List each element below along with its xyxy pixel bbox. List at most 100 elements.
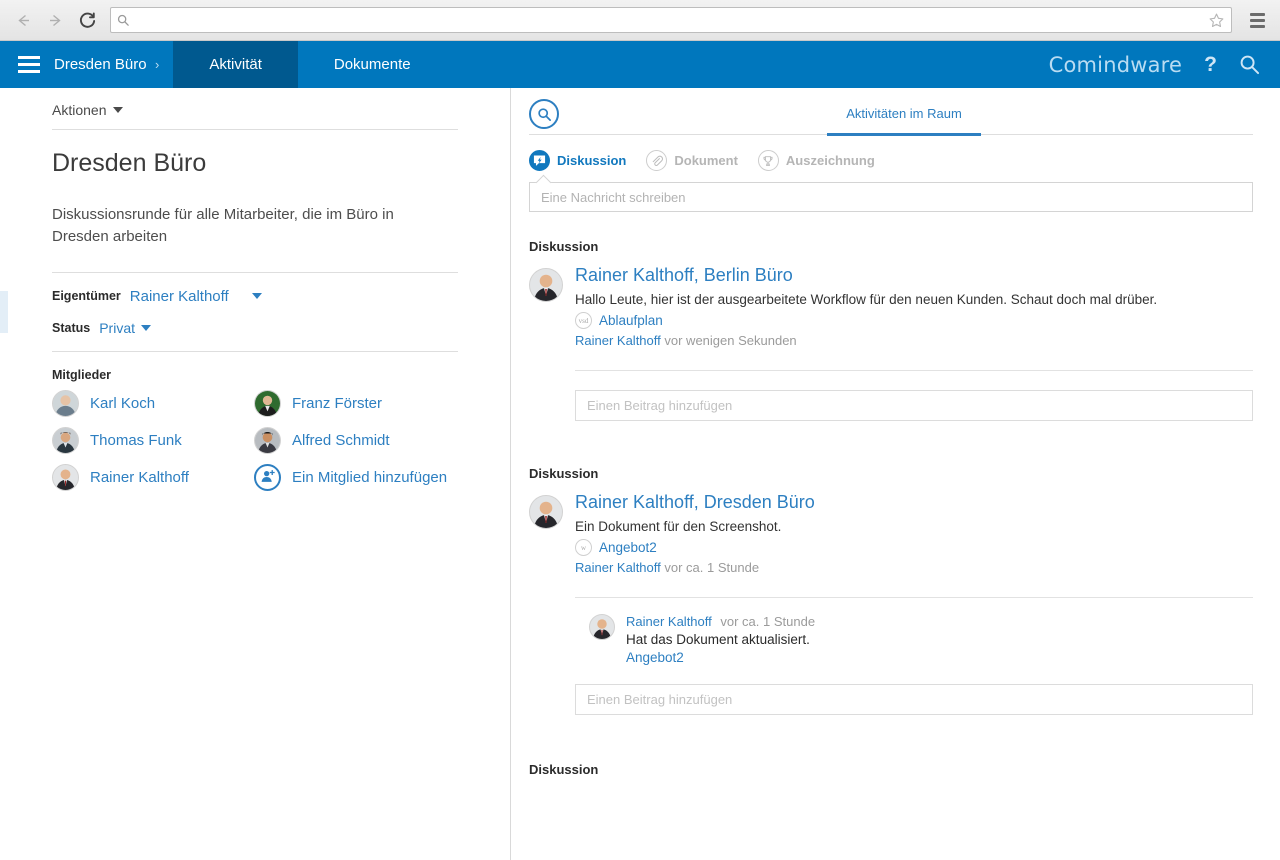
appbar-right-group: Comindware ? (1049, 41, 1280, 88)
page-title: Dresden Büro (52, 149, 207, 177)
status-label: Status (52, 320, 91, 335)
member-item[interactable]: Rainer Kalthoff (52, 463, 254, 491)
filter-label: Diskussion (557, 153, 627, 168)
brand-logo: Comindware (1048, 52, 1183, 77)
activity-type-filters: Diskussion Dokument Auszeichnung (529, 150, 1253, 171)
member-item[interactable]: Thomas Funk (52, 426, 254, 454)
post-meta-time: vor wenigen Sekunden (664, 333, 797, 348)
reply-author[interactable]: Rainer Kalthoff (626, 614, 712, 629)
main-content: Aktionen Dresden Büro Diskussionsrunde f… (0, 88, 1280, 860)
url-bar[interactable] (110, 7, 1232, 33)
member-item[interactable]: Alfred Schmidt (254, 426, 458, 454)
activity-panel: Aktivitäten im Raum Diskussion Dokument … (511, 88, 1280, 860)
post-meta-author[interactable]: Rainer Kalthoff (575, 560, 661, 575)
post-author-title[interactable]: Rainer Kalthoff, Dresden Büro (575, 492, 1253, 513)
search-icon (117, 14, 129, 26)
browser-chrome (0, 0, 1280, 41)
activity-feed: Diskussion Rainer Kalthoff, Berlin Büro … (529, 239, 1253, 777)
attachment-name: Ablaufplan (599, 313, 663, 328)
feed-section-title: Diskussion (529, 762, 599, 777)
activity-panel-header: Aktivitäten im Raum (529, 88, 1253, 136)
actions-label: Aktionen (52, 102, 107, 118)
status-value[interactable]: Privat (99, 320, 135, 336)
feed-section-title: Diskussion (529, 466, 599, 481)
actions-dropdown[interactable]: Aktionen (52, 102, 458, 118)
feed-item: Diskussion Rainer Kalthoff, Dresden Büro… (529, 466, 1253, 715)
trophy-icon (757, 150, 779, 171)
post-text: Hallo Leute, hier ist der ausgearbeitete… (575, 292, 1158, 307)
breadcrumb[interactable]: Dresden Büro › (54, 56, 159, 74)
star-icon[interactable] (1208, 12, 1225, 29)
reply-attachment-link[interactable]: Angebot2 (626, 650, 815, 665)
status-row: Status Privat (52, 320, 458, 336)
search-icon[interactable] (1239, 54, 1260, 75)
filter-label: Dokument (674, 153, 738, 168)
paperclip-icon (646, 150, 668, 171)
divider (52, 129, 458, 130)
room-description: Diskussionsrunde für alle Mitarbeiter, d… (52, 206, 394, 245)
reply-time: vor ca. 1 Stunde (720, 614, 816, 629)
attachment-link[interactable]: vsd Ablaufplan (575, 312, 1253, 329)
avatar (52, 463, 79, 491)
post-text: Ein Dokument für den Screenshot. (575, 519, 782, 534)
post-meta-author[interactable]: Rainer Kalthoff (575, 333, 661, 348)
attachment-link[interactable]: w Angebot2 (575, 539, 1253, 556)
divider (52, 271, 458, 273)
avatar (254, 426, 281, 454)
avatar (529, 268, 563, 302)
chevron-down-icon[interactable] (141, 324, 151, 331)
add-member-button[interactable]: Ein Mitglied hinzufügen (254, 463, 458, 491)
back-arrow-icon[interactable] (10, 7, 36, 33)
avatar (254, 389, 281, 417)
chevron-down-icon (113, 107, 124, 113)
appbar-brand-group: Dresden Büro › (0, 41, 173, 88)
browser-menu-button[interactable] (1244, 7, 1270, 33)
avatar (52, 389, 79, 417)
tab-aktivitaet[interactable]: Aktivität (173, 41, 298, 88)
post-meta: Rainer Kalthoff vor wenigen Sekunden (575, 333, 1253, 348)
breadcrumb-label: Dresden Büro (54, 55, 147, 73)
word-document-icon: w (575, 539, 592, 556)
member-item[interactable]: Franz Förster (254, 389, 458, 417)
member-name: Thomas Funk (90, 431, 182, 449)
tab-dokumente[interactable]: Dokumente (298, 41, 447, 88)
search-icon[interactable] (529, 99, 559, 129)
owner-value[interactable]: Rainer Kalthoff (130, 288, 229, 305)
avatar (529, 495, 563, 529)
tab-label: Aktivitäten im Raum (846, 106, 962, 121)
member-name: Alfred Schmidt (292, 431, 390, 449)
chevron-down-icon[interactable] (251, 293, 262, 299)
reply-input-placeholder: Einen Beitrag hinzufügen (587, 692, 733, 707)
document-icon: vsd (575, 312, 592, 329)
forward-arrow-icon[interactable] (42, 7, 68, 33)
reply-input-placeholder: Einen Beitrag hinzufügen (587, 398, 733, 413)
post-body: Rainer Kalthoff, Berlin Büro Hallo Leute… (575, 265, 1253, 371)
member-item[interactable]: Karl Koch (52, 389, 254, 417)
post-author-title[interactable]: Rainer Kalthoff, Berlin Büro (575, 265, 1253, 286)
url-input[interactable] (135, 13, 1204, 27)
help-icon[interactable]: ? (1204, 53, 1217, 77)
app-menu-icon[interactable] (18, 56, 40, 73)
feed-section-title: Diskussion (529, 239, 599, 254)
tab-active-underline (827, 133, 981, 136)
message-composer[interactable]: Eine Nachricht schreiben (529, 174, 1253, 212)
filter-diskussion[interactable]: Diskussion (529, 150, 626, 171)
divider (52, 350, 458, 352)
member-name: Karl Koch (90, 394, 156, 412)
avatar (52, 426, 79, 454)
filter-dokument[interactable]: Dokument (646, 150, 738, 171)
attachment-name: Angebot2 (599, 540, 657, 555)
owner-row: Eigentümer Rainer Kalthoff (52, 288, 458, 305)
filter-label: Auszeichnung (785, 153, 875, 168)
reply-composer[interactable]: Einen Beitrag hinzufügen (575, 390, 1253, 421)
post-meta: Rainer Kalthoff vor ca. 1 Stunde (575, 560, 1253, 575)
filter-auszeichnung[interactable]: Auszeichnung (757, 150, 875, 171)
reload-icon[interactable] (74, 7, 100, 33)
members-grid: Karl Koch Franz Förster Thomas Funk Alfr… (52, 389, 458, 491)
add-member-label: Ein Mitglied hinzufügen (292, 468, 448, 486)
discussion-icon (529, 150, 550, 171)
reply-composer[interactable]: Einen Beitrag hinzufügen (575, 684, 1253, 715)
left-edge-indicator (0, 291, 8, 333)
composer-notch (535, 174, 552, 191)
tab-aktivitaeten-im-raum[interactable]: Aktivitäten im Raum (827, 88, 981, 136)
